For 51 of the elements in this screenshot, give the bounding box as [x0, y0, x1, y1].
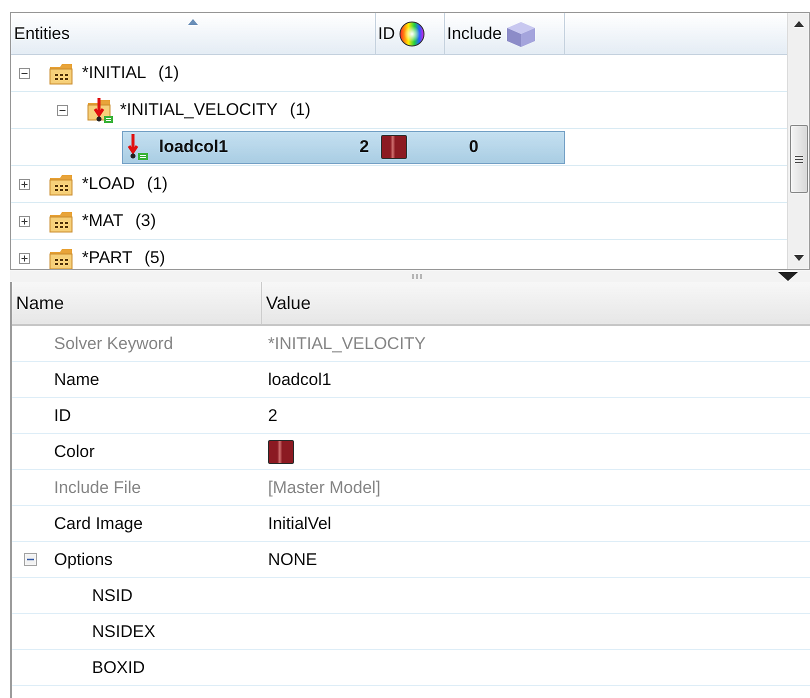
tree-item-label[interactable]: *PART [82, 245, 132, 269]
column-header[interactable]: Value [262, 282, 810, 324]
tree-item-label[interactable]: *INITIAL [82, 60, 146, 86]
expand-icon[interactable] [19, 178, 30, 190]
vertical-scrollbar[interactable] [787, 13, 809, 269]
property-name: BOXID [92, 656, 145, 679]
column-header[interactable]: Entities [11, 13, 376, 54]
tree-item-label: loadcol1 [159, 136, 229, 158]
property-name: Solver Keyword [54, 332, 174, 355]
property-name: Card Image [54, 512, 143, 535]
property-value[interactable]: InitialVel [268, 510, 332, 536]
property-value[interactable]: loadcol1 [268, 366, 332, 392]
item-count: (1) [290, 99, 311, 122]
tree-item-label[interactable]: *INITIAL_VELOCITY [120, 97, 278, 123]
id-value: 2 [358, 136, 370, 158]
selected-row[interactable]: loadcol1 2 0 [122, 130, 565, 164]
property-value[interactable]: 2 [268, 402, 278, 428]
expand-icon[interactable] [19, 252, 30, 264]
color-wheel-icon [398, 20, 426, 48]
collapse-icon[interactable] [57, 104, 68, 116]
arrow-load-icon [125, 132, 151, 162]
tree-item-label[interactable]: *MAT [82, 208, 124, 234]
splitter-grip-icon[interactable] [412, 274, 422, 279]
property-value[interactable]: NONE [268, 546, 318, 572]
property-name: Options [54, 548, 113, 571]
property-value: [Master Model] [268, 476, 380, 499]
collapse-icon[interactable] [24, 553, 37, 566]
scroll-down-icon[interactable] [794, 255, 804, 261]
scrollbar-thumb[interactable] [790, 125, 808, 193]
dropdown-arrow-icon[interactable] [778, 272, 798, 281]
item-count: (3) [135, 210, 156, 232]
property-name: NSID [92, 584, 133, 607]
property-name: Color [54, 440, 95, 463]
property-name: ID [54, 404, 71, 427]
column-header[interactable]: Name [12, 282, 262, 324]
expand-icon[interactable] [19, 216, 30, 226]
property-name: Include File [54, 476, 141, 499]
folder-arrow-icon [86, 95, 116, 125]
collapse-icon[interactable] [19, 68, 30, 78]
tree-item-label[interactable]: *LOAD [82, 171, 135, 197]
property-value: *INITIAL_VELOCITY [268, 332, 426, 355]
item-count: (5) [144, 247, 166, 269]
item-count: (1) [158, 62, 180, 84]
include-value: 0 [469, 136, 478, 158]
column-header[interactable]: ID [376, 13, 445, 54]
property-name: NSIDEX [92, 620, 156, 643]
column-header[interactable]: Include [445, 13, 565, 54]
property-name: Name [54, 368, 100, 391]
scroll-up-icon[interactable] [794, 21, 804, 27]
item-count: (1) [146, 173, 168, 196]
grip-icon [795, 156, 803, 162]
